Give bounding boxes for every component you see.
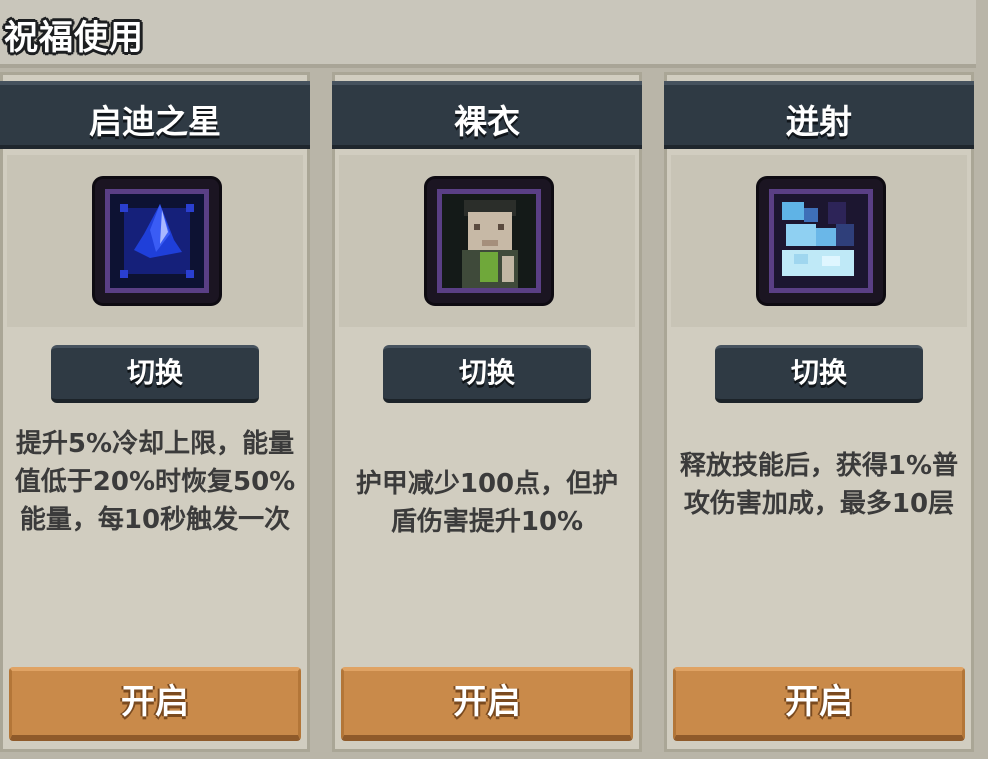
switch-button[interactable]: 切换 [715,345,923,403]
header-bar: 祝福使用 [0,0,976,68]
open-button[interactable]: 开启 [673,667,965,741]
blessing-card-3: 迸射 切换 释放技能后，获得1%普攻伤害加成，最多10层 开启 [664,72,974,752]
icon-frame [759,179,883,303]
open-button[interactable]: 开启 [9,667,301,741]
ice-burst-icon [769,189,873,293]
switch-button-label: 切换 [126,356,183,389]
bare-robe-portrait-icon [437,189,541,293]
page-title: 祝福使用 [4,18,144,58]
switch-button[interactable]: 切换 [51,345,259,403]
card-description: 释放技能后，获得1%普攻伤害加成，最多10层 [679,451,959,519]
icon-frame [427,179,551,303]
card-title-bar: 迸射 [664,81,974,149]
icon-area [7,155,303,327]
icon-area [339,155,635,327]
open-button[interactable]: 开启 [341,667,633,741]
card-title-bar: 裸衣 [332,81,642,149]
icon-area [671,155,967,327]
card-title-bar: 启迪之星 [0,81,310,149]
card-description: 提升5%冷却上限，能量值低于20%时恢复50%能量，每10秒触发一次 [14,429,296,535]
icon-frame [95,179,219,303]
open-button-label: 开启 [785,682,853,722]
blessing-card-2: 裸衣 切换 护甲减少100点，但护盾伤害提升10% 开启 [332,72,642,752]
blessing-card-1: 启迪之星 切换 提升5%冷却上限，能量值低于20%时恢复50%能量，每10秒触发… [0,72,310,752]
open-button-label: 开启 [121,682,189,722]
open-button-label: 开启 [453,682,521,722]
switch-button-label: 切换 [458,356,515,389]
switch-button[interactable]: 切换 [383,345,591,403]
card-description: 护甲减少100点，但护盾伤害提升10% [355,469,619,537]
card-title: 迸射 [786,102,852,141]
card-title: 裸衣 [454,102,520,141]
card-title: 启迪之星 [89,102,221,141]
switch-button-label: 切换 [790,356,847,389]
blue-crystal-star-icon [105,189,209,293]
